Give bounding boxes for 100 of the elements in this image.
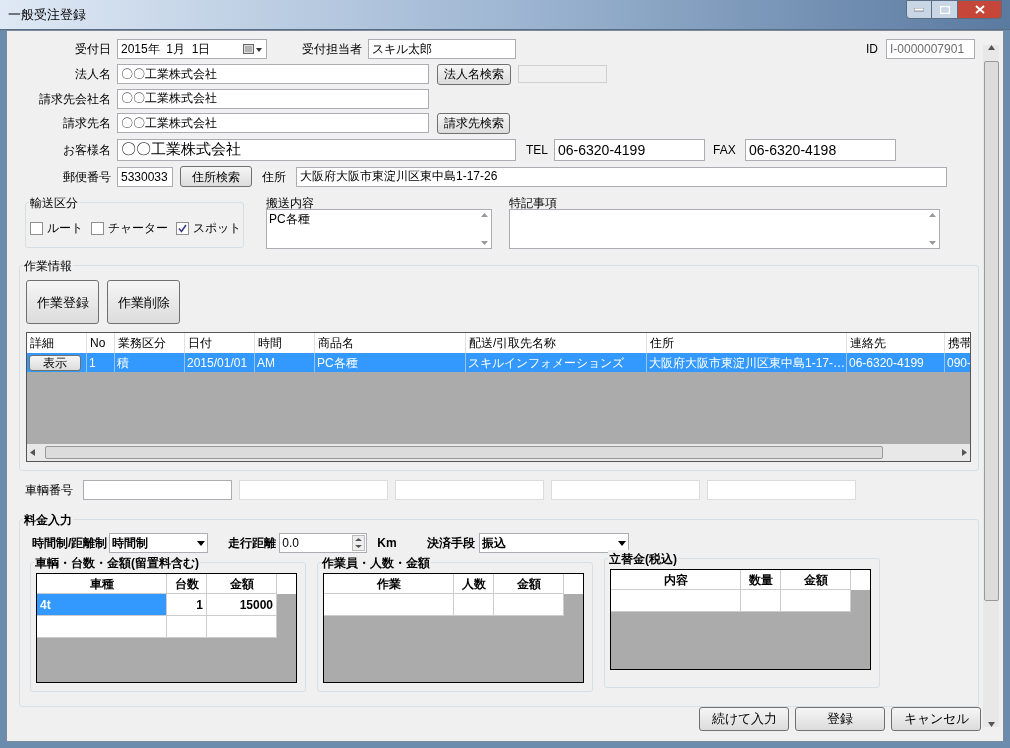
checkbox-label: ルート — [47, 220, 83, 238]
field-label: ID — [866, 41, 878, 59]
field-label: 受付担当者 — [301, 41, 363, 59]
grid-cell[interactable] — [454, 594, 494, 617]
action-button[interactable]: 作業削除 — [107, 280, 180, 325]
field-label: TEL — [526, 141, 549, 159]
scroll-left-icon[interactable] — [30, 449, 35, 457]
number-spinner[interactable]: 0.0 — [279, 533, 368, 554]
field-label: 走行距離 — [228, 535, 277, 553]
group-title: 作業員・人数・金額 — [321, 554, 431, 573]
field-label: 時間制/距離制 — [32, 535, 108, 553]
group-title: 料金入力 — [23, 511, 73, 530]
text-field[interactable]: 〇〇工業株式会社 — [117, 113, 429, 134]
field-label: 特記事項 — [509, 195, 558, 210]
vertical-scrollbar[interactable] — [983, 45, 999, 727]
vehicle-number-field[interactable] — [239, 480, 388, 501]
scroll-down-icon[interactable] — [987, 722, 995, 727]
scroll-up-icon[interactable] — [987, 45, 995, 50]
grid-cell[interactable] — [167, 616, 207, 639]
minimize-icon — [914, 7, 924, 12]
vehicle-number-field[interactable] — [83, 480, 232, 501]
text-field[interactable]: スキル太郎 — [368, 39, 516, 60]
calendar-icon[interactable] — [243, 43, 263, 56]
text-field[interactable]: 06-6320-4199 — [554, 138, 705, 161]
text-field[interactable]: 06-6320-4198 — [745, 138, 896, 161]
field-label: 請求先名 — [62, 115, 112, 133]
horizontal-scrollbar[interactable] — [27, 444, 970, 462]
group-title: 車輌・台数・金額(留置料含む) — [34, 554, 200, 573]
table-cell: 090- — [945, 353, 970, 373]
scroll-up-icon[interactable] — [928, 213, 936, 218]
grid-cell[interactable] — [781, 590, 851, 613]
field-label: FAX — [713, 141, 737, 159]
table-cell: 06-6320-4199 — [847, 353, 945, 373]
field-label: 搬送内容 — [266, 195, 315, 210]
minimize-button[interactable] — [906, 0, 932, 19]
grid-cell[interactable]: 1 — [167, 594, 207, 617]
scroll-down-icon[interactable] — [480, 241, 488, 246]
close-icon — [974, 5, 985, 14]
text-area[interactable]: PC各種 — [266, 209, 492, 250]
grid-cell[interactable] — [611, 590, 741, 613]
text-field[interactable]: 大阪府大阪市東淀川区東中島1-17-26 — [296, 166, 947, 187]
dropdown[interactable]: 振込 — [478, 533, 629, 554]
action-button[interactable]: 作業登録 — [26, 280, 99, 325]
grid-cell[interactable] — [207, 616, 277, 639]
text-field[interactable]: 〇〇工業株式会社 — [117, 88, 429, 109]
text-area[interactable] — [509, 209, 940, 250]
field-label: 請求先会社名 — [38, 90, 112, 108]
text-area-value: PC各種 — [268, 212, 310, 227]
checkbox[interactable] — [30, 221, 43, 235]
table-cell: スキルインフォメーションズ — [466, 353, 647, 373]
vehicle-number-field[interactable] — [395, 480, 544, 501]
search-button[interactable]: 法人名検索 — [437, 63, 511, 85]
checkbox[interactable] — [176, 221, 189, 235]
vehicle-number-field[interactable] — [707, 480, 856, 501]
search-button[interactable]: 住所検索 — [180, 166, 252, 188]
close-button[interactable] — [958, 0, 1002, 19]
date-picker[interactable]: 2015年 1月 1日 — [117, 39, 267, 60]
table-cell: 1 — [87, 353, 115, 373]
vehicle-number-field[interactable] — [551, 480, 700, 501]
search-button[interactable]: 請求先検索 — [437, 112, 510, 134]
window-title: 一般受注登録 — [8, 5, 86, 24]
dialog-button[interactable]: 続けて入力 — [699, 707, 789, 731]
scroll-right-icon[interactable] — [962, 449, 967, 457]
field-label: 法人名 — [74, 66, 112, 84]
dropdown-arrow-icon[interactable] — [617, 540, 626, 546]
checkbox-label: チャーター — [108, 220, 168, 238]
table-cell: 積 — [115, 353, 185, 373]
grid-cell[interactable] — [494, 594, 564, 617]
grid-cell[interactable] — [741, 590, 781, 613]
dialog-button[interactable]: キャンセル — [891, 707, 981, 731]
scrollbar-thumb[interactable] — [45, 446, 883, 460]
field-label: 決済手段 — [426, 535, 475, 553]
checkbox[interactable] — [91, 221, 104, 235]
table-cell: AM — [255, 353, 315, 373]
scrollbar-thumb[interactable] — [983, 61, 999, 601]
field-label: 受付日 — [74, 41, 112, 59]
text-field[interactable]: 5330033 — [117, 166, 173, 187]
table-cell: PC各種 — [315, 353, 466, 373]
field-label: 車輌番号 — [25, 482, 74, 500]
grid-cell[interactable] — [37, 616, 167, 639]
dropdown-arrow-icon[interactable] — [197, 540, 206, 546]
maximize-button[interactable] — [932, 0, 958, 19]
table-cell: 大阪府大阪市東淀川区東中島1-17-… — [647, 353, 847, 373]
field-label: お客様名 — [62, 141, 112, 159]
text-field[interactable]: 〇〇工業株式会社 — [117, 64, 429, 85]
table-row[interactable]: 表示 1 積 2015/01/01 AM PC各種 スキルインフォメーションズ 大阪府大阪市東淀川区東中島1-17-… 06-6320-4199 090- — [27, 353, 970, 373]
spin-arrows-icon[interactable] — [352, 535, 366, 552]
show-button[interactable]: 表示 — [29, 354, 81, 371]
maximize-icon — [939, 5, 950, 14]
dialog-button[interactable]: 登録 — [795, 707, 885, 731]
dropdown[interactable]: 時間制 — [109, 533, 209, 554]
checkbox-label: スポット — [193, 220, 241, 238]
grid-cell[interactable]: 15000 — [207, 594, 277, 617]
scroll-up-icon[interactable] — [480, 213, 488, 218]
table-cell: 2015/01/01 — [185, 353, 255, 373]
field-label: 住所 — [262, 168, 287, 186]
grid-cell[interactable] — [324, 594, 454, 617]
scroll-down-icon[interactable] — [928, 241, 936, 246]
field-label: 郵便番号 — [62, 168, 112, 186]
text-field[interactable]: 〇〇工業株式会社 — [117, 138, 516, 161]
